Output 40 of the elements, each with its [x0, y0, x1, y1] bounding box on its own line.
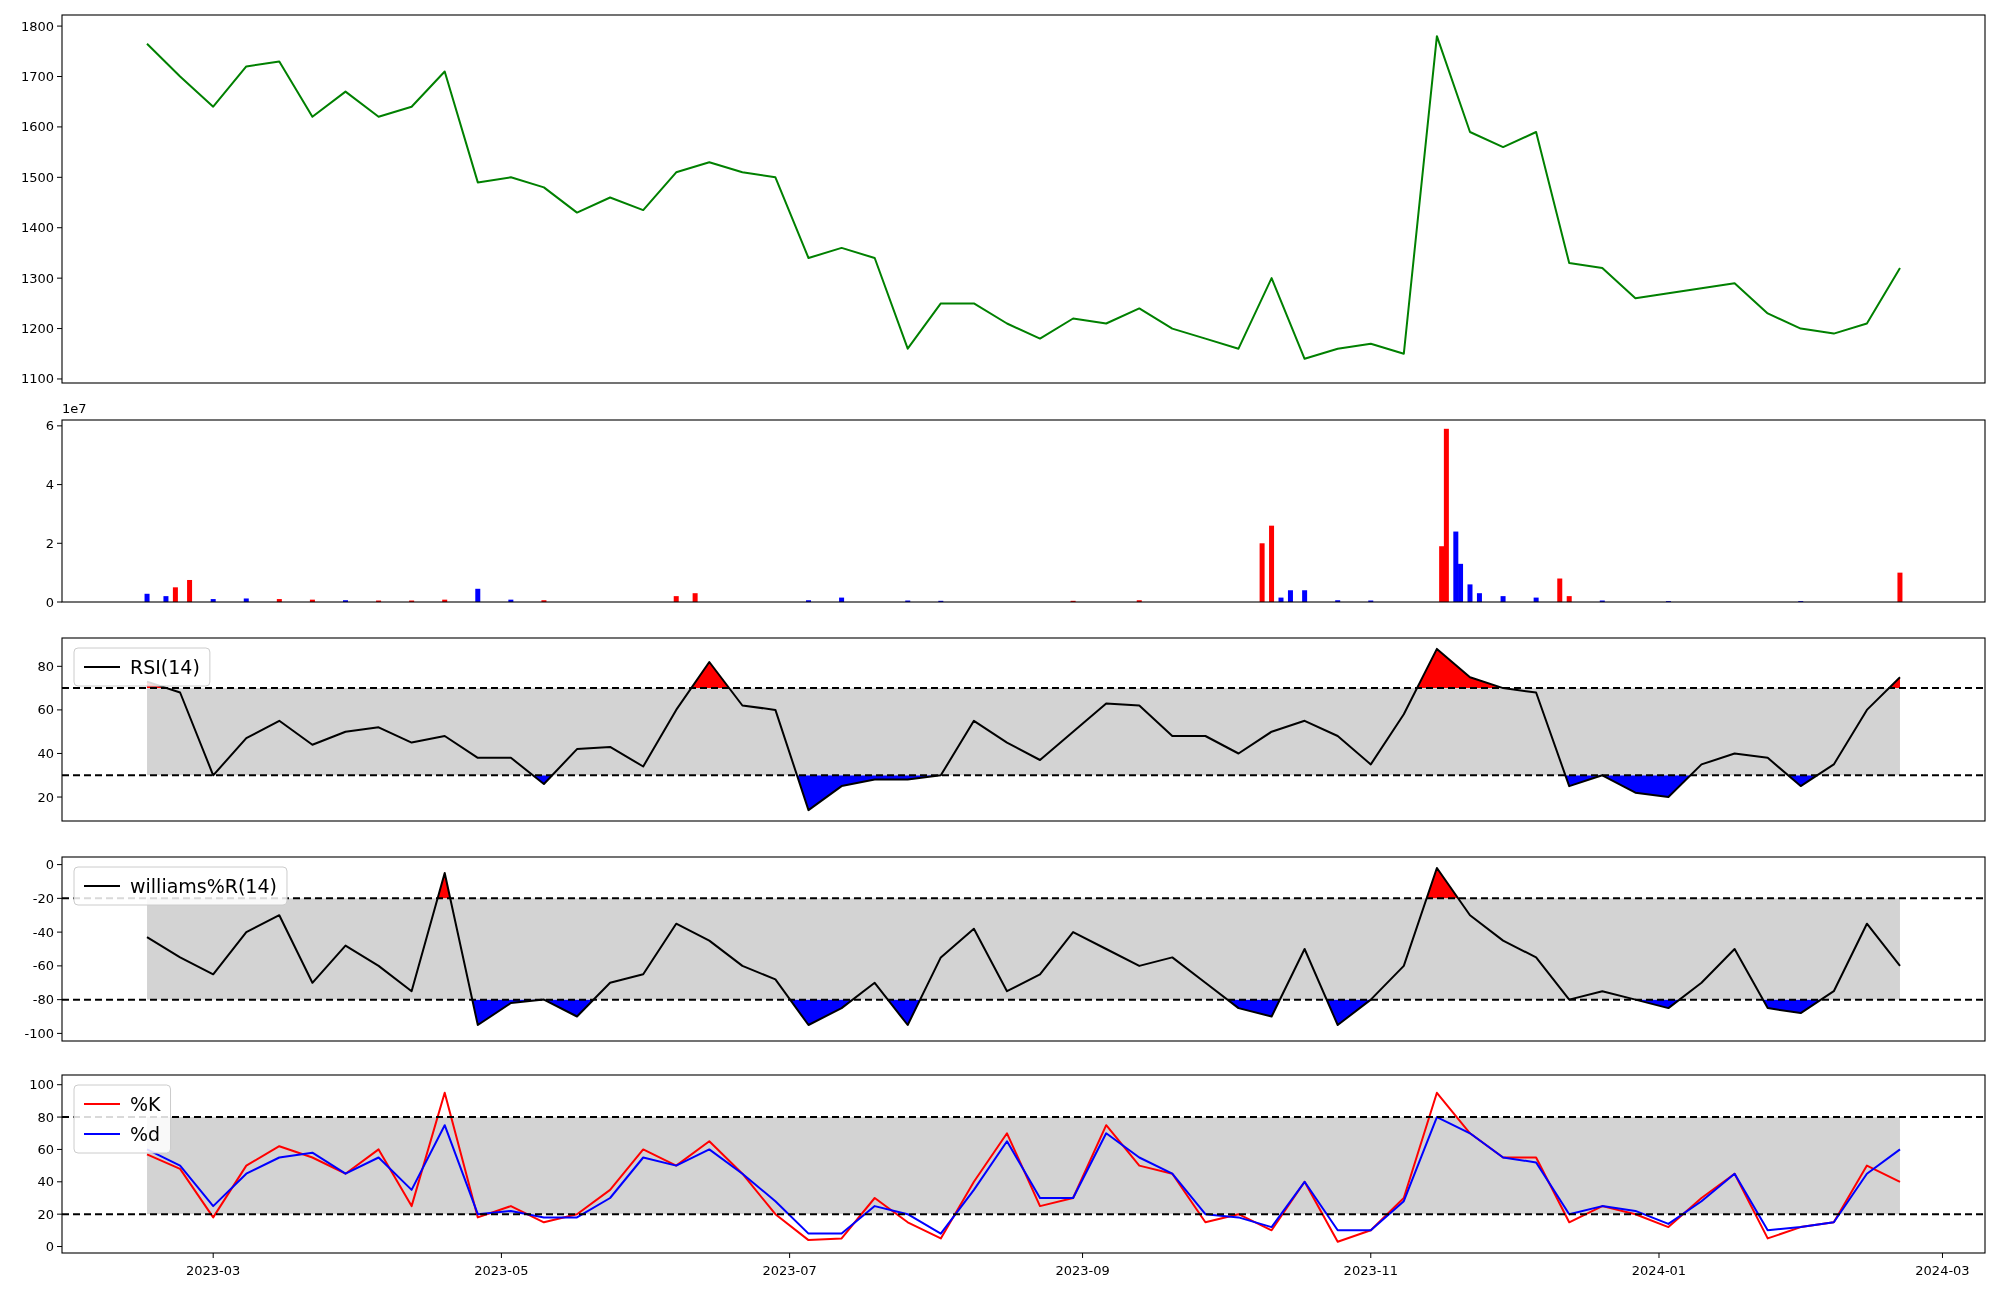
tick-label: 2023-11: [1343, 1263, 1398, 1278]
legend-label: %d: [130, 1123, 161, 1145]
tick-label: 80: [37, 1109, 54, 1125]
axis-offset-label: 1e7: [62, 401, 87, 416]
tick-label: 2023-03: [186, 1263, 241, 1278]
tick-label: 1400: [20, 220, 54, 236]
tick-label: 80: [37, 658, 54, 674]
tick-label: 60: [37, 1141, 54, 1157]
tick-label: 0: [45, 1239, 54, 1255]
tick-label: 40: [37, 1174, 54, 1190]
tick-label: 0: [45, 857, 54, 873]
tick-label: 40: [37, 745, 54, 761]
tick-label: 2023-05: [474, 1263, 529, 1278]
tick-label: -100: [24, 1025, 54, 1041]
tick-label: 2023-07: [762, 1263, 817, 1278]
tick-label: 2024-01: [1631, 1263, 1687, 1278]
tick-label: 1500: [20, 169, 54, 185]
tick-label: 1800: [20, 18, 54, 34]
tick-label: 1600: [20, 119, 54, 135]
tick-label: 0: [45, 594, 54, 610]
tick-label: -40: [32, 924, 54, 940]
tick-label: 6: [45, 418, 54, 434]
legend-label: %K: [130, 1093, 161, 1115]
tick-label: 60: [37, 702, 54, 718]
tick-label: 2: [45, 535, 54, 551]
tick-label: 2023-09: [1055, 1263, 1110, 1278]
tick-label: -80: [32, 992, 54, 1008]
tick-label: 1700: [20, 69, 54, 84]
tick-label: 100: [29, 1077, 54, 1093]
tick-label: -20: [32, 890, 54, 906]
tick-label: 4: [45, 477, 54, 493]
tick-label: 1200: [20, 321, 54, 337]
tick-label: 2024-03: [1915, 1263, 1970, 1278]
legend-label: williams%R(14): [130, 875, 277, 897]
tick-label: 20: [37, 789, 54, 805]
tick-label: -60: [32, 958, 54, 974]
tick-label: 20: [37, 1206, 54, 1222]
tick-label: 1300: [20, 270, 54, 286]
legend-label: RSI(14): [130, 656, 200, 678]
tick-label: 1100: [20, 371, 54, 387]
